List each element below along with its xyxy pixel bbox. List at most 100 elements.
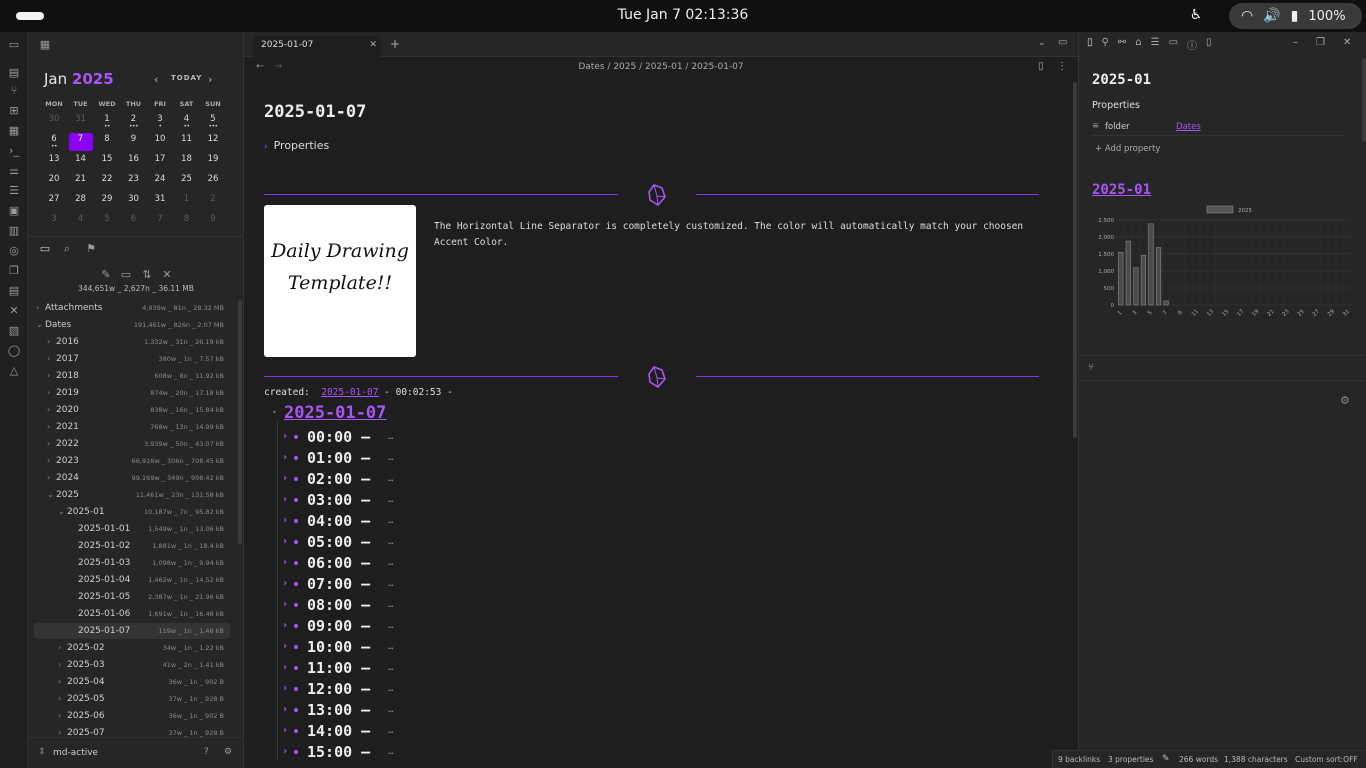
chevron-right-icon[interactable]: › [47,351,50,367]
folder-item[interactable]: › Attachments 4,939w _ 81n _ 28.32 MB [34,300,230,316]
graph-settings-icon[interactable]: ⚙ [1340,394,1350,407]
folder-item[interactable]: › 2022 3,939w _ 50n _ 43.07 kB [34,436,230,452]
folder-item[interactable]: › 2018 608w _ 8n _ 11.92 kB [34,368,230,384]
calendar-day[interactable]: 3 • [148,113,172,131]
edit-mode-icon[interactable]: ✎ [1162,751,1170,768]
folder-item[interactable]: › 2023 66,916w _ 306n _ 708.45 kB [34,453,230,469]
calendar-day[interactable]: 8 [175,213,199,231]
archive-tab-icon[interactable]: ▭ [1169,37,1178,52]
chevron-right-icon[interactable]: › [282,617,288,635]
chevron-right-icon[interactable]: › [282,680,288,698]
calendar-day[interactable]: 4 [69,213,93,231]
folder-item[interactable]: ⌄ Dates 191,461w _ 826n _ 2.07 MB [34,317,230,333]
calendar-day[interactable]: 12 [201,133,225,151]
file-item[interactable]: 2025-01-06 1,691w _ 1n _ 16.48 kB [34,606,230,622]
file-item[interactable]: 2025-01-05 2,387w _ 1n _ 21.96 kB [34,589,230,605]
chevron-right-icon[interactable]: › [47,334,50,350]
reading-view-icon[interactable]: ▯ [1038,61,1044,72]
folder-item[interactable]: › 2025-03 41w _ 2n _ 1.41 kB [34,657,230,673]
document-tab-icon[interactable]: ▯ [1206,37,1212,52]
sliders-icon[interactable]: ⚌ [7,164,21,178]
sidebar-toggle-icon[interactable]: ▭ [7,38,21,52]
bookmarks-tab-icon[interactable]: ⚑ [84,242,98,256]
tab-2025-01-07[interactable]: 2025-01-07 ✕ [253,36,381,58]
outgoing-links-tab-icon[interactable]: ⚯ [1118,37,1126,52]
calendar-day[interactable]: 8 [95,133,119,151]
image-icon[interactable]: ▣ [7,204,21,218]
month-note-link[interactable]: 2025-01 [1092,182,1151,198]
folder-item[interactable]: ⌄ 2025-01 10,187w _ 7n _ 95.82 kB [34,504,230,520]
hour-heading[interactable]: › 11:00 –… [282,659,582,677]
custom-sort-status[interactable]: Custom sort:OFF [1295,751,1358,768]
created-date-link[interactable]: 2025-01-07 [321,387,378,398]
chevron-right-icon[interactable]: › [58,691,61,707]
today-button[interactable]: TODAY [171,74,202,82]
sort-icon[interactable]: ⇅ [140,268,154,282]
calendar-day[interactable]: 29 [95,193,119,211]
compass-icon[interactable]: ◎ [7,244,21,258]
settings-icon[interactable]: ⚙ [224,747,232,757]
calendar-day[interactable]: 22 [95,173,119,191]
maximize-icon[interactable]: ❐ [1316,37,1325,48]
properties-toggle[interactable]: › Properties [264,139,329,152]
chevron-right-icon[interactable]: › [282,596,288,614]
folder-item[interactable]: › 2024 99,169w _ 349n _ 998.42 kB [34,470,230,486]
chevron-down-icon[interactable]: ⌄ [58,504,65,520]
properties-count[interactable]: 3 properties [1108,751,1153,768]
hour-heading[interactable]: › 06:00 –… [282,554,582,572]
calendar-day[interactable]: 26 [201,173,225,191]
search-tab-icon[interactable]: ⌕ [60,242,74,256]
chevron-right-icon[interactable]: › [282,449,288,467]
next-month-icon[interactable]: › [208,73,212,86]
chevron-down-icon[interactable]: ⌄ [47,487,54,503]
calendar-day[interactable]: 25 [175,173,199,191]
vault-name[interactable]: md-active [53,748,98,758]
calendar-day[interactable]: 7 [68,133,93,151]
calendar-icon[interactable]: ▥ [7,224,21,238]
hour-heading[interactable]: › 01:00 –… [282,449,582,467]
chevron-right-icon[interactable]: › [282,428,288,446]
calendar-day[interactable]: 15 [95,153,119,171]
calendar-day[interactable]: 2 ••• [122,113,146,131]
folder-item[interactable]: › 2020 838w _ 16n _ 15.84 kB [34,402,230,418]
file-item[interactable]: 2025-01-01 1,549w _ 1n _ 13.06 kB [34,521,230,537]
file-item[interactable]: 2025-01-04 1,462w _ 1n _ 14.52 kB [34,572,230,588]
close-window-icon[interactable]: ✕ [1343,37,1351,48]
hour-heading[interactable]: › 10:00 –… [282,638,582,656]
hour-heading[interactable]: › 13:00 –… [282,701,582,719]
calendar-day[interactable]: 28 [69,193,93,211]
calendar-day[interactable]: 14 [69,153,93,171]
folder-item[interactable]: › 2017 380w _ 1n _ 7.57 kB [34,351,230,367]
chevron-right-icon[interactable]: › [58,708,61,724]
calendar-day[interactable]: 7 [148,213,172,231]
property-row-folder[interactable]: ≡ folder Dates [1092,120,1346,136]
template-icon[interactable]: ☰ [7,184,21,198]
calendar-day[interactable]: 19 [201,153,225,171]
folder-item[interactable]: › 2016 1,332w _ 31n _ 26.19 kB [34,334,230,350]
file-item[interactable]: 2025-01-07 119w _ 1n _ 1.46 kB [34,623,230,639]
hour-heading[interactable]: › 15:00 –… [282,743,582,761]
add-property-button[interactable]: + Add property [1095,144,1160,154]
terminal-icon[interactable]: ›_ [7,144,21,158]
new-tab-icon[interactable]: + [390,37,400,51]
tab-list-chevron-icon[interactable]: ⌄ [1038,38,1046,48]
new-note-icon[interactable]: ▤ [7,66,21,80]
folder-item[interactable]: › 2025-05 37w _ 1n _ 928 B [34,691,230,707]
chevron-right-icon[interactable]: › [282,512,288,530]
chevron-right-icon[interactable]: › [282,659,288,677]
file-properties-tab-icon[interactable]: ▯ [1087,37,1093,52]
right-sidebar-toggle-icon[interactable]: ▭ [1058,37,1067,48]
daily-drawing-image[interactable]: Daily Drawing Template!! [264,205,416,357]
chevron-right-icon[interactable]: › [282,722,288,740]
hour-heading[interactable]: › 12:00 –… [282,680,582,698]
day-heading-link[interactable]: 2025-01-07 [284,403,386,423]
folder-item[interactable]: › 2019 874w _ 20n _ 17.18 kB [34,385,230,401]
right-scrollbar[interactable] [1362,58,1366,142]
calendar-day[interactable]: 31 [148,193,172,211]
shapes-icon[interactable]: △ [7,364,21,378]
calendar-day[interactable]: 3 [42,213,66,231]
graph-view-icon[interactable]: ⑂ [1088,362,1094,373]
chevron-right-icon[interactable]: › [282,470,288,488]
calendar-day[interactable]: 5 [95,213,119,231]
calendar-day[interactable]: 9 [122,133,146,151]
